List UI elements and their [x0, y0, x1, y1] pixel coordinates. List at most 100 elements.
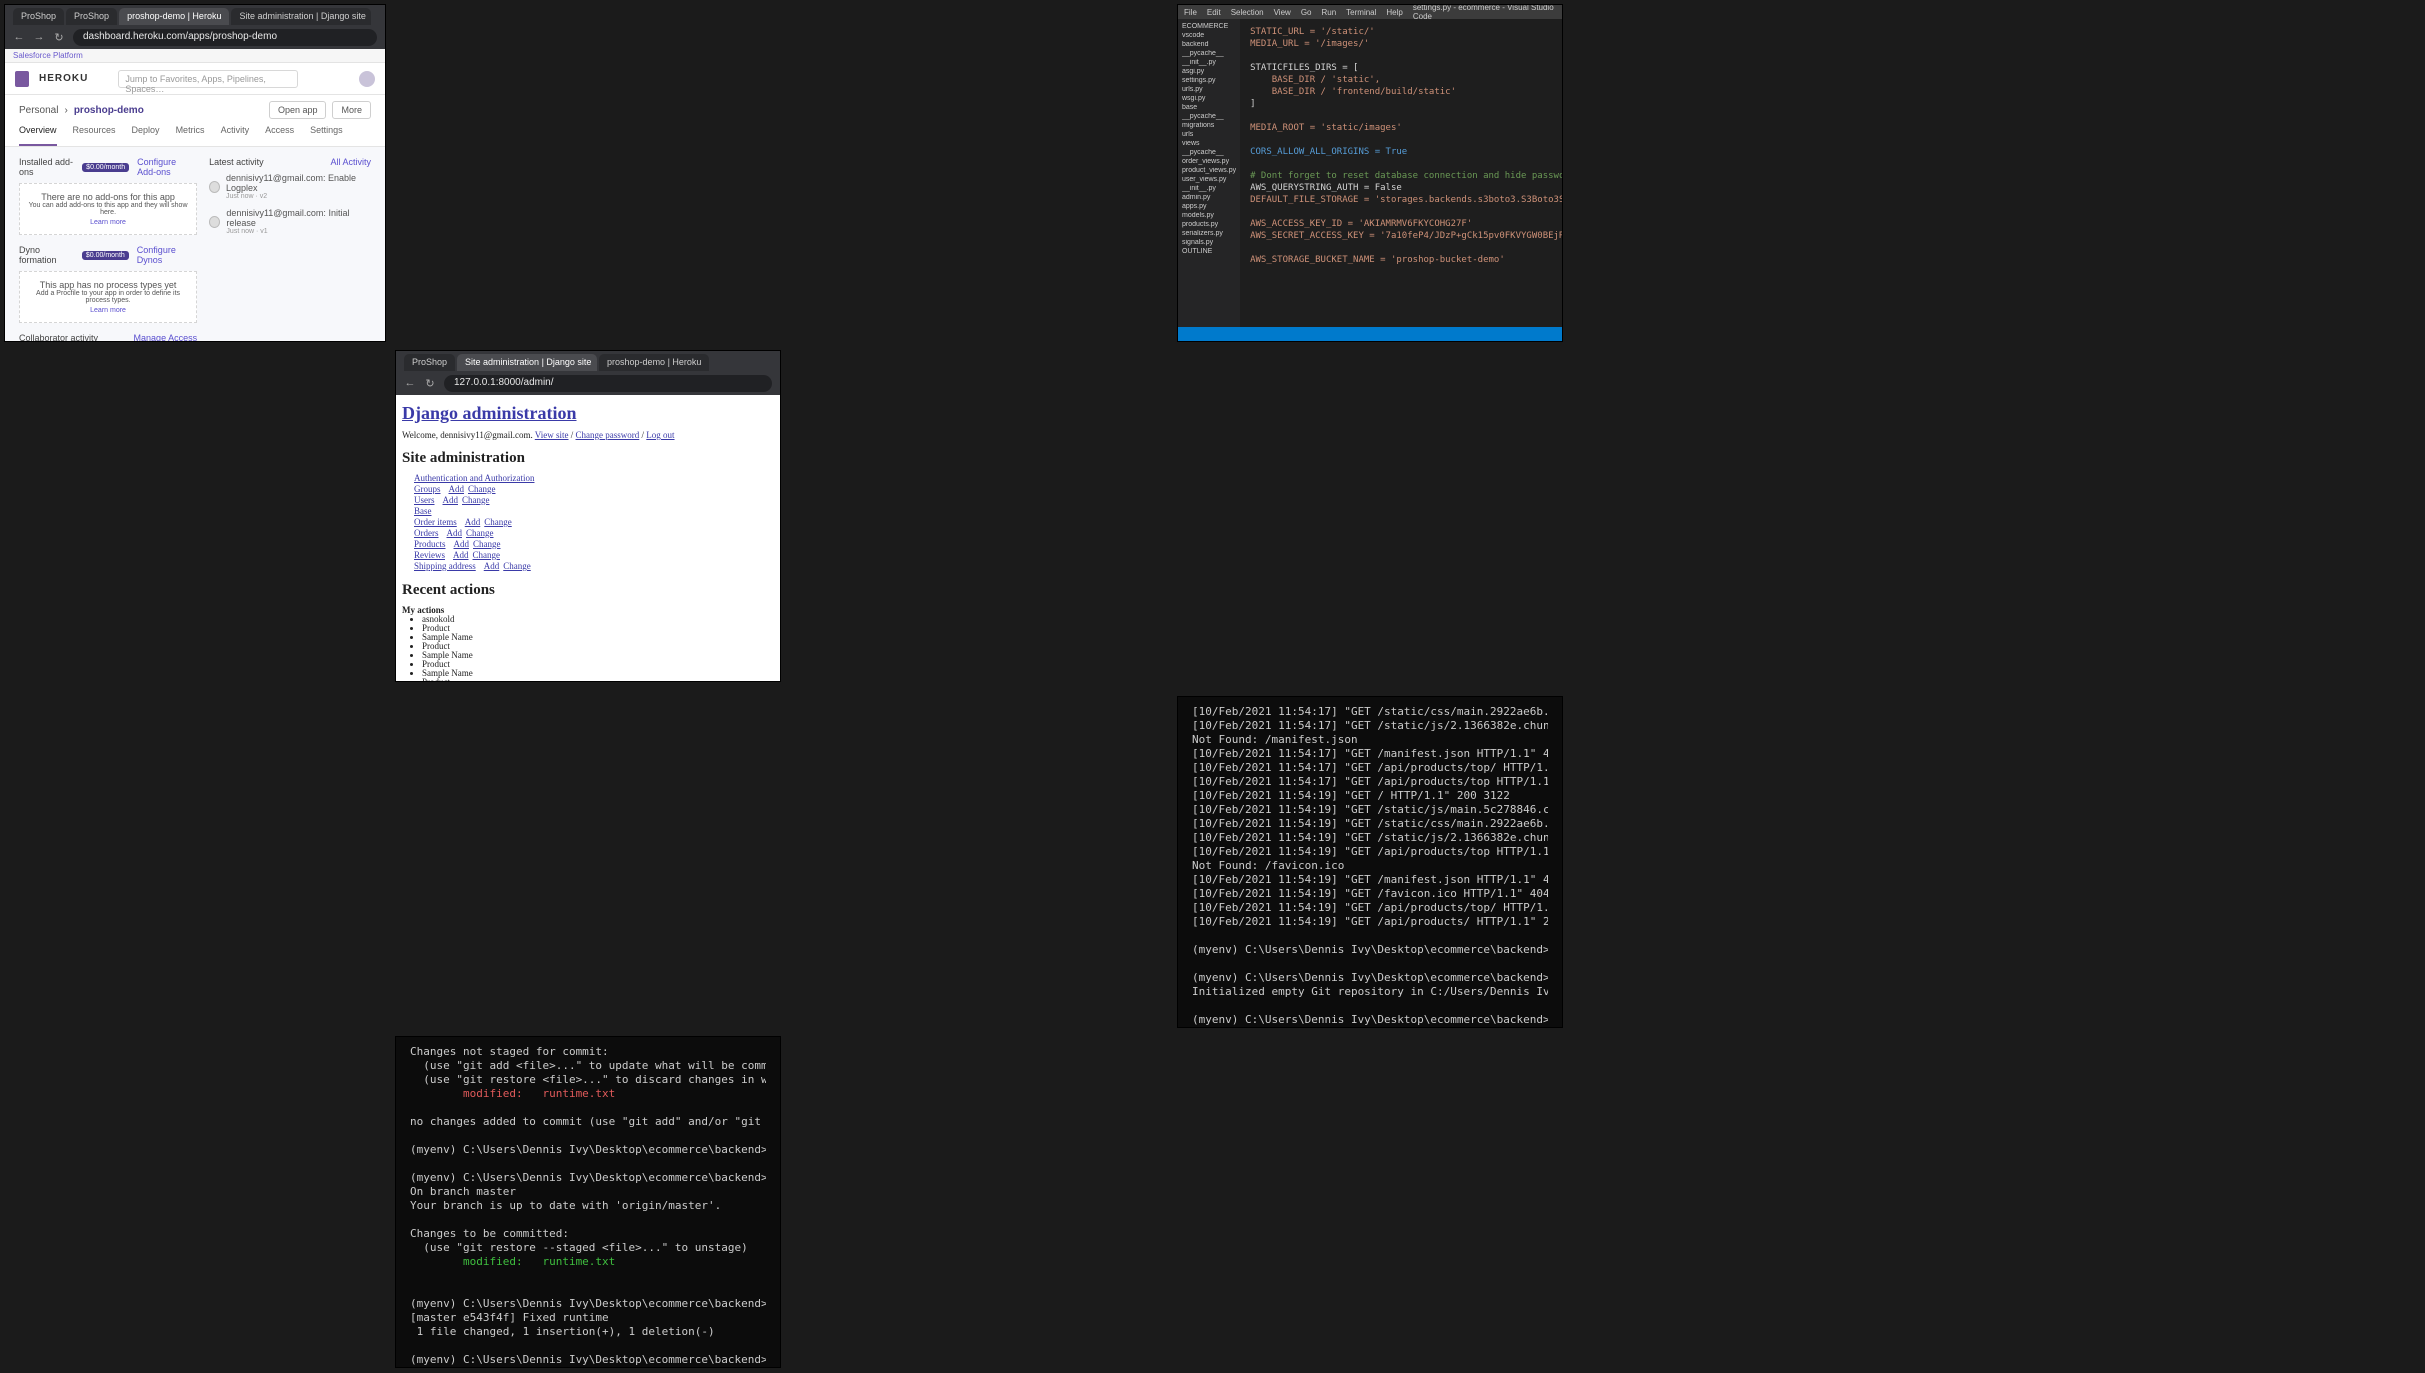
back-icon[interactable]: ← — [404, 377, 416, 389]
search-input[interactable]: Jump to Favorites, Apps, Pipelines, Spac… — [118, 69, 299, 94]
explorer-item[interactable]: base — [1182, 104, 1236, 113]
explorer-item[interactable]: products.py — [1182, 221, 1236, 230]
explorer-item[interactable]: urls — [1182, 131, 1236, 140]
reload-icon[interactable]: ↻ — [53, 31, 65, 44]
model-link[interactable]: Users — [414, 495, 435, 505]
tab-activity[interactable]: Activity — [221, 125, 250, 146]
reload-icon[interactable]: ↻ — [424, 377, 436, 390]
model-link[interactable]: Order items — [414, 517, 457, 527]
model-link[interactable]: Base — [414, 506, 432, 516]
personal-crumb[interactable]: Personal — [19, 105, 58, 116]
configure-dynos-link[interactable]: Configure Dynos — [137, 245, 197, 265]
tab-access[interactable]: Access — [265, 125, 294, 146]
explorer-item[interactable]: signals.py — [1182, 239, 1236, 248]
model-link[interactable]: Orders — [414, 528, 439, 538]
explorer-item[interactable]: vscode — [1182, 32, 1236, 41]
add-link[interactable]: Add — [447, 528, 463, 538]
address-bar[interactable]: dashboard.heroku.com/apps/proshop-demo — [73, 28, 377, 46]
more-button[interactable]: More — [332, 101, 371, 119]
explorer-item[interactable]: user_views.py — [1182, 176, 1236, 185]
explorer-item[interactable]: OUTLINE — [1182, 248, 1236, 257]
menu-item[interactable]: Go — [1301, 8, 1312, 17]
menu-item[interactable]: Edit — [1207, 8, 1221, 17]
add-link[interactable]: Add — [454, 539, 470, 549]
heroku-logo-icon[interactable] — [15, 70, 29, 87]
explorer-item[interactable]: ECOMMERCE — [1182, 23, 1236, 32]
terminal[interactable]: [10/Feb/2021 11:54:17] "GET /static/css/… — [1178, 697, 1562, 1027]
tab-deploy[interactable]: Deploy — [132, 125, 160, 146]
browser-tab[interactable]: proshop-demo | Heroku — [119, 8, 230, 25]
explorer-item[interactable]: views — [1182, 140, 1236, 149]
explorer-item[interactable]: urls.py — [1182, 86, 1236, 95]
model-link[interactable]: Shipping address — [414, 561, 476, 571]
model-link[interactable]: Products — [414, 539, 446, 549]
django-title[interactable]: Django administration — [402, 403, 774, 424]
action-item[interactable]: asnokold — [422, 615, 774, 624]
explorer-item[interactable]: admin.py — [1182, 194, 1236, 203]
explorer-item[interactable]: __pycache__ — [1182, 50, 1236, 59]
browser-tab[interactable]: ProShop — [13, 8, 65, 25]
change-link[interactable]: Change — [473, 539, 501, 549]
explorer-item[interactable]: __pycache__ — [1182, 149, 1236, 158]
tab-metrics[interactable]: Metrics — [176, 125, 205, 146]
forward-icon[interactable]: → — [33, 31, 45, 43]
addons-learn-link[interactable]: Learn more — [90, 219, 126, 226]
change-link[interactable]: Change — [473, 550, 501, 560]
logout-link[interactable]: Log out — [646, 430, 674, 440]
browser-tab[interactable]: ProShop — [404, 354, 456, 371]
configure-addons-link[interactable]: Configure Add-ons — [137, 157, 197, 177]
browser-tab[interactable]: Site administration | Django site — [231, 8, 372, 25]
manage-access-link[interactable]: Manage Access — [134, 333, 198, 341]
explorer-item[interactable]: backend — [1182, 41, 1236, 50]
explorer-item[interactable]: serializers.py — [1182, 230, 1236, 239]
view-site-link[interactable]: View site — [535, 430, 569, 440]
model-link[interactable]: Reviews — [414, 550, 445, 560]
avatar[interactable] — [359, 70, 375, 87]
explorer-item[interactable]: migrations — [1182, 122, 1236, 131]
change-link[interactable]: Change — [466, 528, 494, 538]
menu-item[interactable]: View — [1274, 8, 1291, 17]
open-app-button[interactable]: Open app — [268, 101, 327, 119]
tab-overview[interactable]: Overview — [19, 125, 57, 146]
change-link[interactable]: Change — [468, 484, 496, 494]
browser-tab[interactable]: proshop-demo | Heroku — [599, 354, 710, 371]
explorer-item[interactable]: product_views.py — [1182, 167, 1236, 176]
change-password-link[interactable]: Change password — [576, 430, 640, 440]
browser-tab[interactable]: Site administration | Django site — [457, 354, 598, 371]
add-link[interactable]: Add — [449, 484, 465, 494]
terminal[interactable]: Changes not staged for commit: (use "git… — [396, 1037, 780, 1367]
explorer-item[interactable]: wsgi.py — [1182, 95, 1236, 104]
explorer-item[interactable]: order_views.py — [1182, 158, 1236, 167]
tab-settings[interactable]: Settings — [310, 125, 343, 146]
menu-item[interactable]: Terminal — [1346, 8, 1376, 17]
change-link[interactable]: Change — [462, 495, 490, 505]
change-link[interactable]: Change — [484, 517, 512, 527]
add-link[interactable]: Add — [465, 517, 481, 527]
menu-item[interactable]: Selection — [1231, 8, 1264, 17]
add-link[interactable]: Add — [453, 550, 469, 560]
menu-item[interactable]: Help — [1386, 8, 1402, 17]
all-activity-link[interactable]: All Activity — [330, 157, 371, 167]
explorer-item[interactable]: apps.py — [1182, 203, 1236, 212]
explorer-item[interactable]: __init__.py — [1182, 59, 1236, 68]
add-link[interactable]: Add — [443, 495, 459, 505]
address-bar[interactable]: 127.0.0.1:8000/admin/ — [444, 374, 772, 392]
explorer-item[interactable]: __pycache__ — [1182, 113, 1236, 122]
menu-item[interactable]: File — [1184, 8, 1197, 17]
app-name[interactable]: proshop-demo — [74, 105, 144, 116]
model-link[interactable]: Authentication and Authorization — [414, 473, 534, 483]
back-icon[interactable]: ← — [13, 31, 25, 43]
add-link[interactable]: Add — [484, 561, 500, 571]
model-link[interactable]: Groups — [414, 484, 441, 494]
code-editor[interactable]: STATIC_URL = '/static/' MEDIA_URL = '/ima… — [1240, 19, 1562, 327]
dyno-learn-link[interactable]: Learn more — [90, 307, 126, 314]
browser-tab[interactable]: ProShop — [66, 8, 118, 25]
explorer-item[interactable]: models.py — [1182, 212, 1236, 221]
explorer-item[interactable]: __init__.py — [1182, 185, 1236, 194]
explorer-item[interactable]: settings.py — [1182, 77, 1236, 86]
menu-item[interactable]: Run — [1321, 8, 1336, 17]
code-line: Changes to be committed: — [410, 1227, 569, 1240]
change-link[interactable]: Change — [503, 561, 531, 571]
explorer-item[interactable]: asgi.py — [1182, 68, 1236, 77]
tab-resources[interactable]: Resources — [73, 125, 116, 146]
